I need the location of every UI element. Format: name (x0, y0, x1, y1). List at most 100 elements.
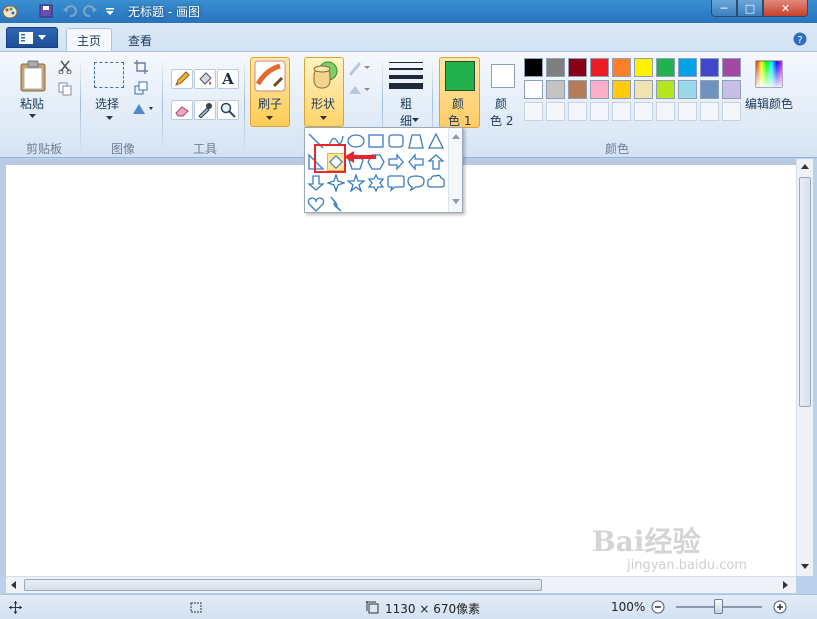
color-swatch[interactable] (590, 58, 609, 77)
polygon-icon[interactable] (407, 132, 425, 150)
rounded-callout-icon[interactable] (387, 174, 405, 192)
outline-icon[interactable] (347, 60, 371, 76)
color-swatch[interactable] (590, 102, 609, 121)
scroll-left-icon[interactable] (11, 581, 16, 589)
text-icon[interactable]: A (217, 69, 239, 89)
color-swatch[interactable] (524, 102, 543, 121)
color2-swatch[interactable] (491, 64, 515, 88)
cloud-callout-icon[interactable] (427, 174, 445, 192)
right-arrow-icon[interactable] (387, 153, 405, 171)
customize-toolbar-icon[interactable] (102, 3, 118, 19)
six-point-star-icon[interactable] (367, 174, 385, 192)
resize-icon[interactable] (134, 81, 148, 95)
undo-icon[interactable] (62, 3, 78, 19)
size-dropdown-icon[interactable] (412, 118, 419, 123)
color-swatch[interactable] (612, 58, 631, 77)
color-swatch[interactable] (612, 102, 631, 121)
color-swatch[interactable] (678, 80, 697, 99)
color-swatch[interactable] (568, 58, 587, 77)
color-swatch[interactable] (656, 80, 675, 99)
scroll-up-icon[interactable] (801, 164, 809, 169)
oval-callout-icon[interactable] (407, 174, 425, 192)
color-swatch[interactable] (722, 58, 741, 77)
scroll-right-icon[interactable] (783, 581, 788, 589)
color-swatch[interactable] (700, 102, 719, 121)
maximize-button[interactable]: □ (737, 0, 763, 17)
color-swatch[interactable] (612, 80, 631, 99)
color-swatch[interactable] (634, 58, 653, 77)
color-swatch[interactable] (524, 80, 543, 99)
five-point-star-icon[interactable] (347, 174, 365, 192)
crop-icon[interactable] (134, 60, 148, 74)
heart-icon[interactable] (307, 195, 325, 213)
horizontal-scrollbar[interactable] (6, 576, 796, 593)
color-swatch[interactable] (634, 80, 653, 99)
zoom-out-icon[interactable] (651, 600, 665, 614)
color-swatch[interactable] (656, 58, 675, 77)
paste-label[interactable]: 粘贴 (20, 95, 44, 112)
scroll-down-icon[interactable] (801, 564, 809, 569)
horizontal-scroll-thumb[interactable] (24, 579, 542, 591)
tab-view[interactable]: 查看 (118, 28, 162, 52)
color-swatch[interactable] (568, 102, 587, 121)
color-swatch[interactable] (546, 102, 565, 121)
oval-icon[interactable] (347, 132, 365, 150)
color-swatch[interactable] (700, 58, 719, 77)
color-swatch[interactable] (568, 80, 587, 99)
gallery-scroll-up-icon[interactable] (452, 134, 460, 139)
color-swatch[interactable] (590, 80, 609, 99)
edit-colors-icon[interactable] (755, 60, 783, 88)
color-swatch[interactable] (524, 58, 543, 77)
vertical-scrollbar[interactable] (796, 159, 813, 576)
rectangle-icon[interactable] (367, 132, 385, 150)
down-arrow-icon[interactable] (307, 174, 325, 192)
rotate-icon[interactable] (131, 102, 155, 116)
rounded-rectangle-icon[interactable] (387, 132, 405, 150)
gallery-scroll-down-icon[interactable] (452, 199, 460, 204)
four-point-star-icon[interactable] (327, 174, 345, 192)
color-swatch[interactable] (678, 58, 697, 77)
color-picker-icon[interactable] (194, 100, 216, 120)
save-icon[interactable] (38, 3, 54, 19)
zoom-in-icon[interactable] (773, 600, 787, 614)
paste-icon[interactable] (19, 60, 47, 92)
window-title: 无标题 - 画图 (128, 5, 200, 19)
help-icon[interactable]: ? (793, 32, 807, 46)
pencil-icon[interactable] (171, 69, 193, 89)
redo-icon[interactable] (82, 3, 98, 19)
tab-home[interactable]: 主页 (66, 28, 113, 52)
fill-icon[interactable] (194, 69, 216, 89)
paint-menu-button[interactable] (6, 27, 58, 48)
color-swatch[interactable] (546, 80, 565, 99)
cut-icon[interactable] (58, 60, 72, 74)
color-swatch[interactable] (722, 102, 741, 121)
color-swatch[interactable] (634, 102, 653, 121)
magnifier-icon[interactable] (217, 100, 239, 120)
select-label[interactable]: 选择 (95, 95, 119, 112)
fill-style-icon[interactable] (347, 82, 371, 98)
select-dropdown-icon[interactable] (106, 116, 113, 121)
minimize-button[interactable]: ─ (711, 0, 737, 17)
eraser-icon[interactable] (171, 100, 193, 120)
vertical-scroll-thumb[interactable] (799, 177, 811, 407)
edit-colors-label[interactable]: 编辑颜色 (745, 95, 793, 112)
color-swatch[interactable] (656, 102, 675, 121)
select-icon[interactable] (94, 62, 124, 88)
zoom-slider-thumb[interactable] (714, 599, 723, 614)
gallery-scrollbar[interactable] (448, 128, 462, 212)
color-swatch[interactable] (722, 80, 741, 99)
paste-dropdown-icon[interactable] (29, 114, 36, 119)
triangle-icon[interactable] (427, 132, 445, 150)
color-swatch[interactable] (546, 58, 565, 77)
paint-app-icon[interactable] (2, 3, 18, 19)
up-arrow-icon[interactable] (427, 153, 445, 171)
drawing-canvas[interactable] (6, 165, 796, 576)
lightning-icon[interactable] (327, 195, 345, 213)
size-icon[interactable] (389, 60, 423, 90)
color-swatch[interactable] (678, 102, 697, 121)
copy-icon[interactable] (58, 82, 72, 96)
color-swatch[interactable] (700, 80, 719, 99)
close-button[interactable]: ✕ (763, 0, 808, 17)
left-arrow-icon[interactable] (407, 153, 425, 171)
divider (244, 58, 245, 152)
